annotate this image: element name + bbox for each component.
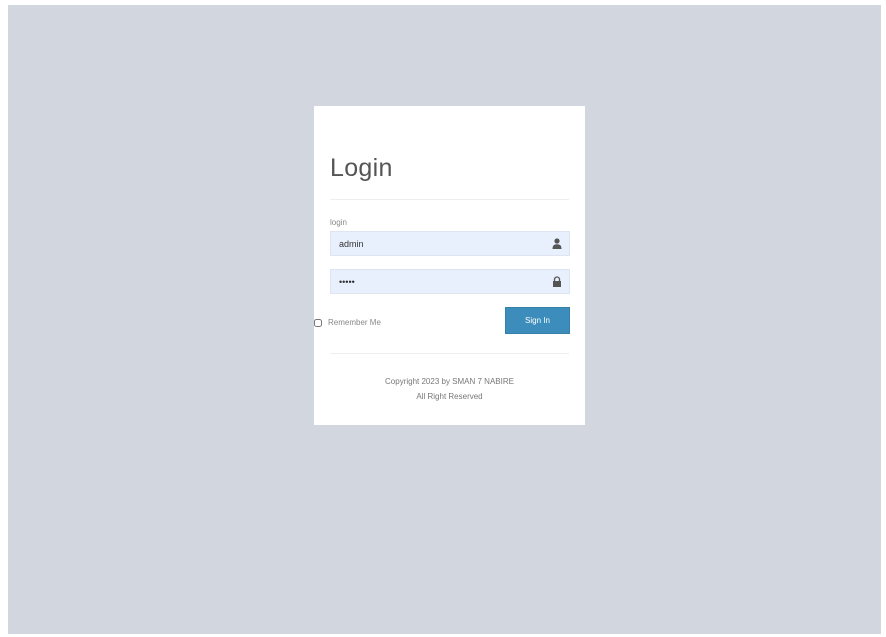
- remember-me-label: Remember Me: [328, 318, 381, 327]
- lock-icon: [553, 276, 561, 287]
- footer-divider: [330, 353, 569, 354]
- title-divider: [330, 199, 569, 200]
- username-field: [330, 231, 570, 256]
- password-field: [330, 269, 570, 294]
- login-field-label: login: [330, 218, 347, 227]
- login-title: Login: [330, 154, 393, 182]
- remember-me-checkbox[interactable]: [314, 318, 322, 327]
- rights-line: All Right Reserved: [416, 392, 483, 401]
- user-icon: [552, 238, 562, 249]
- password-input[interactable]: [331, 270, 549, 293]
- sign-in-button[interactable]: Sign In: [505, 307, 570, 334]
- copyright-text: Copyright 2023 by SMAN 7 NABIRE All Righ…: [314, 374, 585, 404]
- username-input[interactable]: [331, 232, 549, 255]
- remember-me: Remember Me: [314, 318, 381, 327]
- copyright-line: Copyright 2023 by SMAN 7 NABIRE: [385, 377, 514, 386]
- login-card: Login login Remember Me Sign In Copyrigh…: [314, 106, 585, 425]
